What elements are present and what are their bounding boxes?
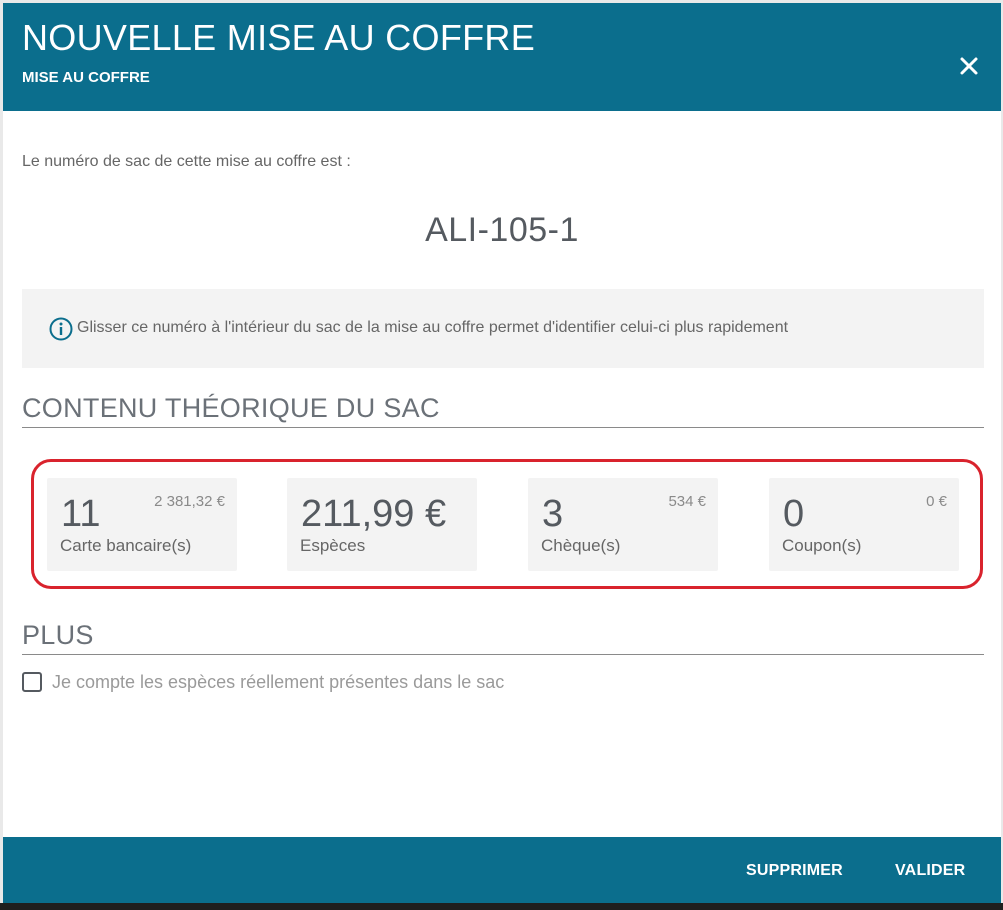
more-section-title: PLUS	[22, 620, 94, 650]
delete-button[interactable]: SUPPRIMER	[746, 862, 843, 880]
card-label: Espèces	[300, 536, 366, 555]
dialog-footer: SUPPRIMER VALIDER	[3, 837, 1001, 903]
card-label: Chèque(s)	[541, 536, 621, 555]
contents-section-title: CONTENU THÉORIQUE DU SAC	[22, 393, 440, 423]
close-button[interactable]	[954, 51, 984, 81]
bag-number-intro: Le numéro de sac de cette mise au coffre…	[22, 153, 351, 170]
card-label: Carte bancaire(s)	[60, 536, 192, 555]
safe-deposit-dialog: NOUVELLE MISE AU COFFRE MISE AU COFFRE L…	[3, 3, 1001, 903]
card-amount: 0 €	[926, 493, 947, 510]
card-bank-card: 11 2 381,32 € Carte bancaire(s)	[47, 478, 237, 571]
card-coupon: 0 0 € Coupon(s)	[769, 478, 959, 571]
card-cheque: 3 534 € Chèque(s)	[528, 478, 718, 571]
card-cash: 211,99 € Espèces	[287, 478, 477, 571]
card-amount: 534 €	[668, 493, 706, 510]
count-cash-label[interactable]: Je compte les espèces réellement présent…	[52, 672, 504, 693]
card-amount: 2 381,32 €	[154, 493, 225, 510]
bottom-edge	[0, 903, 1003, 910]
info-icon	[49, 317, 73, 341]
card-count: 211,99 €	[301, 493, 447, 535]
dialog-title: NOUVELLE MISE AU COFFRE	[22, 17, 536, 58]
info-text: Glisser ce numéro à l'intérieur du sac d…	[77, 319, 789, 336]
close-icon	[960, 57, 978, 75]
dialog-subtitle: MISE AU COFFRE	[22, 69, 150, 86]
page: NOUVELLE MISE AU COFFRE MISE AU COFFRE L…	[0, 0, 1003, 910]
validate-button[interactable]: VALIDER	[895, 862, 965, 880]
card-count: 3	[542, 493, 564, 535]
more-divider	[22, 654, 984, 655]
card-count: 11	[61, 493, 101, 535]
card-label: Coupon(s)	[782, 536, 862, 555]
count-cash-checkbox[interactable]	[22, 672, 42, 692]
dialog-header: NOUVELLE MISE AU COFFRE MISE AU COFFRE	[3, 3, 1001, 111]
bag-number: ALI-105-1	[425, 211, 579, 249]
info-box: Glisser ce numéro à l'intérieur du sac d…	[22, 289, 984, 368]
contents-divider	[22, 427, 984, 428]
card-count: 0	[783, 493, 805, 535]
